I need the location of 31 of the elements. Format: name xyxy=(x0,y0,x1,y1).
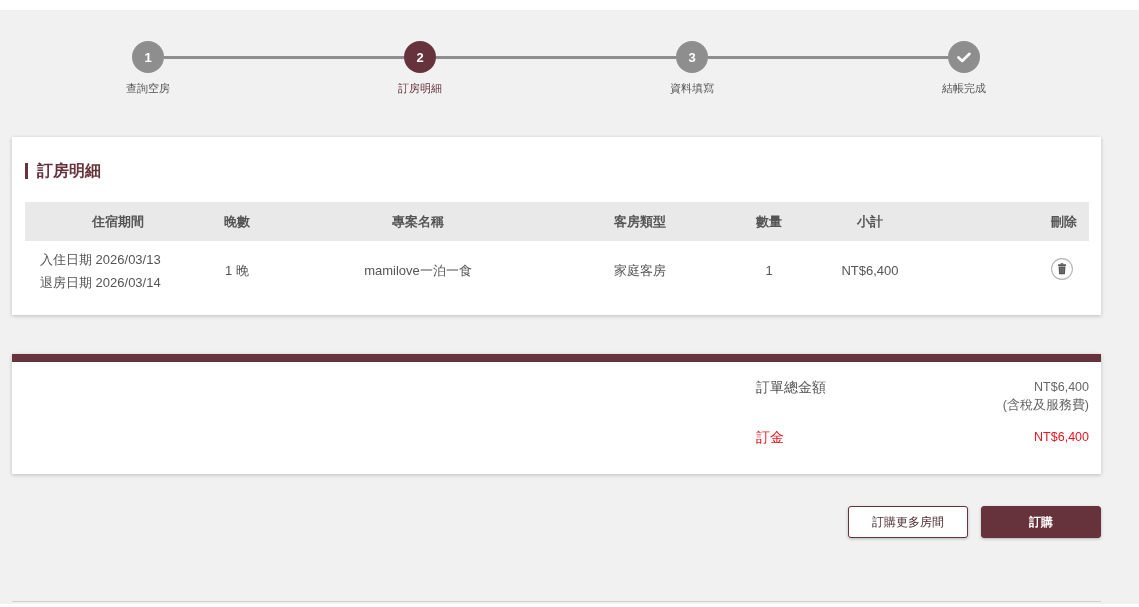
step-label: 結帳完成 xyxy=(942,81,986,95)
step-label: 資料填寫 xyxy=(670,81,714,95)
step-label: 查詢空房 xyxy=(126,81,170,95)
column-header: 小計 xyxy=(857,212,883,231)
column-header: 住宿期間 xyxy=(92,212,144,231)
trash-icon[interactable] xyxy=(1051,258,1073,280)
table-cell: NT$6,400 xyxy=(841,263,899,278)
section-title: 訂房明細 xyxy=(37,161,101,181)
column-header: 刪除 xyxy=(1051,212,1077,231)
summary-label: 訂金 xyxy=(756,428,784,446)
summary-amount: NT$6,400 xyxy=(1034,429,1089,446)
table-cell: 家庭客房 xyxy=(614,261,666,280)
step-label: 訂房明細 xyxy=(398,81,442,95)
check-icon xyxy=(957,51,971,63)
step-number: 2 xyxy=(416,49,424,65)
table-cell: 1 xyxy=(765,263,773,278)
column-header: 數量 xyxy=(756,212,782,231)
summary-note: (含稅及服務費) xyxy=(1002,397,1089,414)
table-cell: mamilove一泊一食 xyxy=(364,261,472,280)
table-cell: 1 晚 xyxy=(225,261,249,280)
step-number: 3 xyxy=(688,49,696,65)
column-header: 專案名稱 xyxy=(392,212,444,231)
summary-amount: NT$6,400 xyxy=(1034,379,1089,396)
step-number: 1 xyxy=(144,49,152,65)
book-more-rooms-button[interactable]: 訂購更多房間 xyxy=(848,506,968,538)
column-header: 晚數 xyxy=(224,212,250,231)
check-in-date: 入住日期 2026/03/13 xyxy=(40,250,161,268)
column-header: 客房類型 xyxy=(614,212,666,231)
book-button[interactable]: 訂購 xyxy=(981,506,1101,538)
summary-label: 訂單總金額 xyxy=(756,378,826,396)
check-out-date: 退房日期 2026/03/14 xyxy=(40,273,161,291)
